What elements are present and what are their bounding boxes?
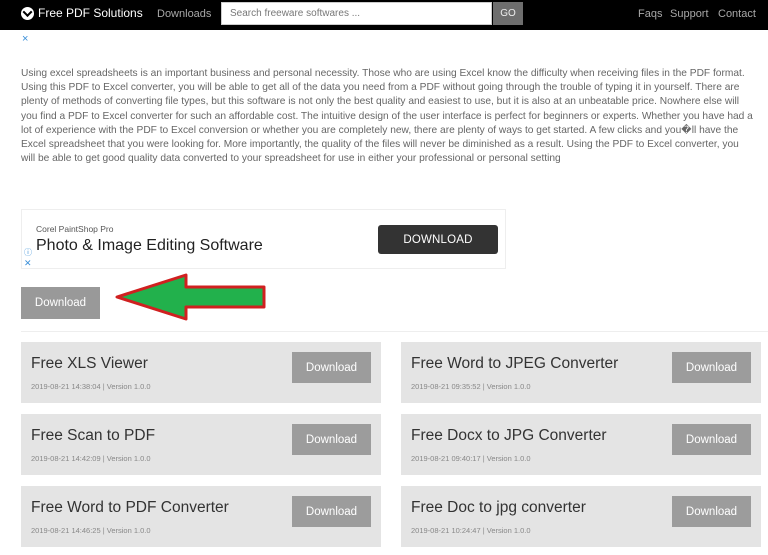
card-download-button[interactable]: Download	[672, 352, 751, 383]
card-title[interactable]: Free Word to PDF Converter	[31, 499, 229, 517]
card-meta: 2019-08-21 10:24:47 | Version 1.0.0	[411, 526, 531, 535]
card-meta: 2019-08-21 09:40:17 | Version 1.0.0	[411, 454, 531, 463]
card-download-button[interactable]: Download	[672, 496, 751, 527]
ad-download-button[interactable]: DOWNLOAD	[378, 225, 498, 254]
ad-brand: Corel PaintShop Pro	[36, 224, 114, 234]
card-title[interactable]: Free XLS Viewer	[31, 355, 148, 373]
card-meta: 2019-08-21 14:42:09 | Version 1.0.0	[31, 454, 151, 463]
top-nav-bar: Free PDF Solutions Downloads Search free…	[0, 0, 768, 30]
nav-link-downloads[interactable]: Downloads	[157, 8, 211, 20]
section-divider	[21, 331, 768, 332]
nav-link-faqs[interactable]: Faqs	[638, 8, 662, 20]
card-title[interactable]: Free Word to JPEG Converter	[411, 355, 618, 373]
card-download-button[interactable]: Download	[292, 496, 371, 527]
nav-link-contact[interactable]: Contact	[718, 8, 756, 20]
software-card: Free Scan to PDF 2019-08-21 14:42:09 | Ve…	[21, 414, 381, 475]
card-download-button[interactable]: Download	[292, 424, 371, 455]
card-meta: 2019-08-21 09:35:52 | Version 1.0.0	[411, 382, 531, 391]
card-meta: 2019-08-21 14:46:25 | Version 1.0.0	[31, 526, 151, 535]
search-placeholder: Search freeware softwares ...	[230, 8, 361, 19]
card-meta: 2019-08-21 14:38:04 | Version 1.0.0	[31, 382, 151, 391]
software-card: Free Word to PDF Converter 2019-08-21 14:…	[21, 486, 381, 547]
article-paragraph: Using excel spreadsheets is an important…	[21, 68, 753, 165]
ad-banner[interactable]: Corel PaintShop Pro Photo & Image Editin…	[21, 209, 506, 269]
software-card: Free Word to JPEG Converter 2019-08-21 09…	[401, 342, 761, 403]
card-title[interactable]: Free Scan to PDF	[31, 427, 155, 445]
nav-link-support[interactable]: Support	[670, 8, 709, 20]
software-card: Free Docx to JPG Converter 2019-08-21 09:…	[401, 414, 761, 475]
brand-name: Free PDF Solutions	[38, 6, 143, 20]
arrow-shape	[115, 273, 266, 321]
software-card: Free Doc to jpg converter 2019-08-21 10:2…	[401, 486, 761, 547]
main-download-button[interactable]: Download	[21, 287, 100, 319]
ad-title: Photo & Image Editing Software	[36, 237, 263, 254]
search-go-button[interactable]: GO	[493, 2, 523, 25]
card-download-button[interactable]: Download	[672, 424, 751, 455]
software-card: Free XLS Viewer 2019-08-21 14:38:04 | Ver…	[21, 342, 381, 403]
card-download-button[interactable]: Download	[292, 352, 371, 383]
card-title[interactable]: Free Doc to jpg converter	[411, 499, 586, 517]
close-icon[interactable]: ×	[22, 33, 28, 45]
card-title[interactable]: Free Docx to JPG Converter	[411, 427, 607, 445]
ad-close-icon[interactable]: ✕	[24, 258, 32, 269]
brand-link[interactable]: Free PDF Solutions	[21, 6, 143, 20]
ad-info-icon[interactable]: ⓘ	[24, 247, 32, 258]
checkmark-logo-icon	[21, 6, 34, 20]
search-input[interactable]: Search freeware softwares ...	[221, 2, 492, 25]
arrow-left-icon	[115, 273, 266, 321]
